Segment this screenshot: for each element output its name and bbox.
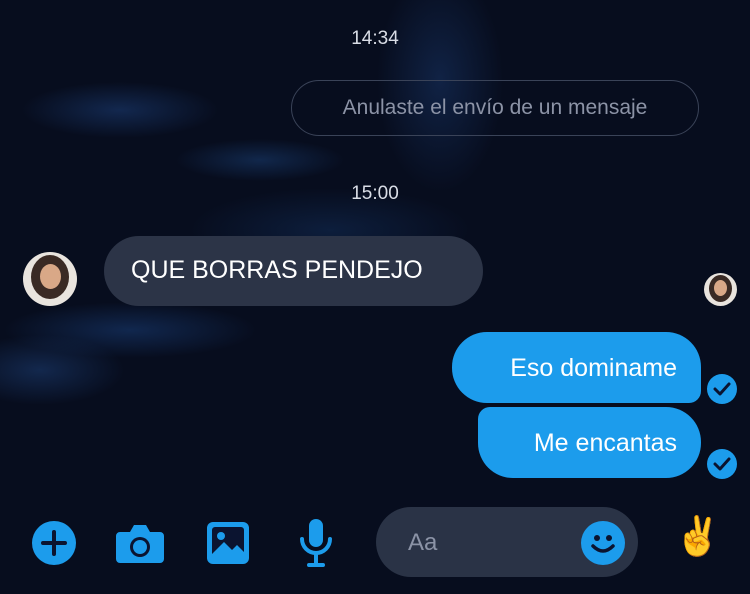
outgoing-message-bubble[interactable]: Eso dominame xyxy=(452,332,701,403)
timestamp: 14:34 xyxy=(351,28,399,49)
message-input[interactable] xyxy=(406,525,590,561)
message-composer[interactable] xyxy=(376,507,638,577)
victory-hand-icon[interactable]: ✌️ xyxy=(674,518,721,556)
contact-avatar[interactable] xyxy=(23,252,77,306)
seen-avatar xyxy=(704,273,737,306)
checkmark-icon xyxy=(707,374,737,404)
incoming-message-bubble[interactable]: QUE BORRAS PENDEJO xyxy=(104,236,483,306)
smiley-icon[interactable] xyxy=(581,521,625,565)
checkmark-icon xyxy=(707,449,737,479)
timestamp: 15:00 xyxy=(351,183,399,204)
outgoing-message-bubble[interactable]: Me encantas xyxy=(478,407,701,478)
plus-icon[interactable] xyxy=(31,520,77,566)
camera-icon[interactable] xyxy=(115,522,165,564)
unsent-message-notice: Anulaste el envío de un mensaje xyxy=(291,80,699,136)
microphone-icon[interactable] xyxy=(298,517,334,569)
image-icon[interactable] xyxy=(205,520,251,566)
